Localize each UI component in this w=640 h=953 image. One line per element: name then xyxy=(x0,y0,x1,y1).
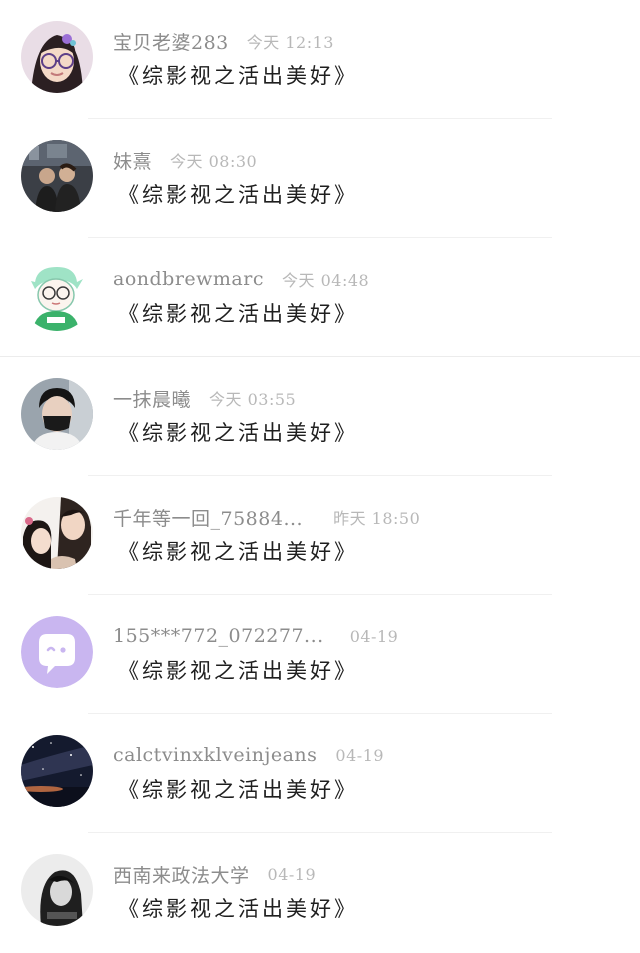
comment-item[interactable]: calctvinxklveinjeans 04-19 《综影视之活出美好》 xyxy=(0,714,640,833)
avatar-bw-portrait-icon[interactable] xyxy=(21,854,93,926)
comment-meta: 宝贝老婆283 今天 12:13 xyxy=(113,28,334,54)
comment-item[interactable]: 一抹晨曦 今天 03:55 《综影视之活出美好》 xyxy=(0,357,640,476)
timestamp: 今天 12:13 xyxy=(246,33,334,52)
timestamp: 昨天 18:50 xyxy=(333,509,421,528)
avatar-couple-drama-icon[interactable] xyxy=(21,497,93,569)
avatar-cartoon-boy-icon[interactable] xyxy=(21,259,93,331)
comment-meta: 一抹晨曦 今天 03:55 xyxy=(113,385,296,411)
user-name[interactable]: 一抹晨曦 xyxy=(113,385,191,412)
user-name[interactable]: 妹熹 xyxy=(113,147,152,174)
avatar-man-mask-icon[interactable] xyxy=(21,378,93,450)
user-name[interactable]: 155***772_072277... xyxy=(113,625,324,647)
comment-item[interactable]: 千年等一回_75884... 昨天 18:50 《综影视之活出美好》 xyxy=(0,476,640,595)
user-name[interactable]: 宝贝老婆283 xyxy=(113,28,229,55)
comment-item[interactable]: 155***772_072277... 04-19 《综影视之活出美好》 xyxy=(0,595,640,714)
comment-meta: 155***772_072277... 04-19 xyxy=(113,623,398,649)
comment-meta: 西南来政法大学 04-19 xyxy=(113,861,316,887)
user-name[interactable]: 西南来政法大学 xyxy=(113,861,250,888)
comment-text: 《综影视之活出美好》 xyxy=(118,64,358,88)
comment-list: 宝贝老婆283 今天 12:13 《综影视之活出美好》 妹熹 今天 08:30 xyxy=(0,0,640,953)
timestamp: 04-19 xyxy=(349,626,399,646)
timestamp: 04-19 xyxy=(267,864,317,884)
user-name[interactable]: calctvinxklveinjeans xyxy=(113,744,317,766)
comment-meta: aondbrewmarc 今天 04:48 xyxy=(113,266,369,292)
avatar-default-chat-icon[interactable] xyxy=(21,616,93,688)
avatar-night-sky-icon[interactable] xyxy=(21,735,93,807)
user-name[interactable]: 千年等一回_75884... xyxy=(113,504,303,531)
comment-meta: calctvinxklveinjeans 04-19 xyxy=(113,742,384,768)
timestamp: 04-19 xyxy=(335,745,385,765)
comment-text: 《综影视之活出美好》 xyxy=(118,540,358,564)
comment-item[interactable]: aondbrewmarc 今天 04:48 《综影视之活出美好》 xyxy=(0,238,640,357)
timestamp: 今天 04:48 xyxy=(282,271,370,290)
comment-text: 《综影视之活出美好》 xyxy=(118,302,358,326)
comment-meta: 妹熹 今天 08:30 xyxy=(113,147,257,173)
user-name[interactable]: aondbrewmarc xyxy=(113,268,264,290)
comment-text: 《综影视之活出美好》 xyxy=(118,659,358,683)
comment-item[interactable]: 妹熹 今天 08:30 《综影视之活出美好》 xyxy=(0,119,640,238)
timestamp: 今天 08:30 xyxy=(170,152,258,171)
comment-meta: 千年等一回_75884... 昨天 18:50 xyxy=(113,504,420,530)
comment-text: 《综影视之活出美好》 xyxy=(118,183,358,207)
comment-text: 《综影视之活出美好》 xyxy=(118,778,358,802)
comment-text: 《综影视之活出美好》 xyxy=(118,421,358,445)
timestamp: 今天 03:55 xyxy=(209,390,297,409)
avatar-girl-glasses-icon[interactable] xyxy=(21,21,93,93)
comment-text: 《综影视之活出美好》 xyxy=(118,897,358,921)
avatar-couple-photo-icon[interactable] xyxy=(21,140,93,212)
comment-item[interactable]: 西南来政法大学 04-19 《综影视之活出美好》 xyxy=(0,833,640,952)
comment-item[interactable]: 宝贝老婆283 今天 12:13 《综影视之活出美好》 xyxy=(0,0,640,119)
